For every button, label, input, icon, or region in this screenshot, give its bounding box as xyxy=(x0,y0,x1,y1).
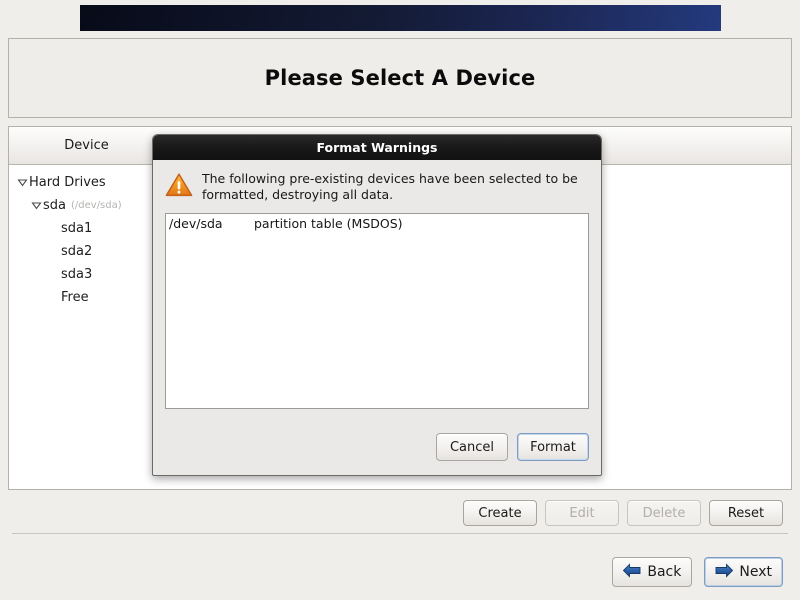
page-title: Please Select A Device xyxy=(264,66,536,90)
triangle-down-icon[interactable] xyxy=(29,194,43,217)
toolbar-divider xyxy=(12,533,788,534)
delete-button: Delete xyxy=(627,500,701,526)
tree-item-label: sda2 xyxy=(61,244,93,259)
tree-item-device-path: (/dev/sda) xyxy=(71,200,122,211)
partition-action-toolbar: Create Edit Delete Reset xyxy=(8,494,792,532)
list-item[interactable]: /dev/sda partition table (MSDOS) xyxy=(166,214,588,232)
cancel-button[interactable]: Cancel xyxy=(436,433,508,461)
list-item-device: /dev/sda xyxy=(169,215,223,231)
dialog-message: The following pre-existing devices have … xyxy=(202,171,578,202)
tree-item-label: sda xyxy=(43,198,66,213)
title-panel: Please Select A Device xyxy=(8,38,792,118)
tree-item-label: Hard Drives xyxy=(29,175,106,190)
dialog-body: The following pre-existing devices have … xyxy=(153,160,601,475)
back-button[interactable]: Back xyxy=(612,557,693,587)
format-warnings-dialog: Format Warnings The following pre-existi… xyxy=(152,134,602,476)
arrow-right-icon xyxy=(715,562,734,582)
tree-item-label: sda1 xyxy=(61,221,93,236)
dialog-title: Format Warnings xyxy=(316,140,438,155)
arrow-left-icon xyxy=(623,562,641,582)
format-button[interactable]: Format xyxy=(517,433,589,461)
dialog-titlebar[interactable]: Format Warnings xyxy=(153,135,601,160)
banner-area xyxy=(0,0,800,33)
dialog-message-block: The following pre-existing devices have … xyxy=(165,170,589,203)
tree-item-label: Free xyxy=(61,290,89,305)
reset-button[interactable]: Reset xyxy=(709,500,783,526)
column-header-device[interactable]: Device xyxy=(9,138,164,153)
wizard-navigation: Back Next xyxy=(8,552,792,592)
affected-devices-list[interactable]: /dev/sda partition table (MSDOS) xyxy=(165,213,589,409)
edit-button: Edit xyxy=(545,500,619,526)
back-button-label: Back xyxy=(647,564,682,580)
dialog-action-buttons: Cancel Format xyxy=(436,433,589,461)
warning-triangle-icon xyxy=(165,172,193,198)
header-banner xyxy=(80,5,721,31)
list-item-description: partition table (MSDOS) xyxy=(254,215,403,231)
next-button[interactable]: Next xyxy=(704,557,783,587)
next-button-label: Next xyxy=(739,564,772,580)
tree-item-label: sda3 xyxy=(61,267,93,282)
create-button[interactable]: Create xyxy=(463,500,537,526)
triangle-down-icon[interactable] xyxy=(15,171,29,194)
